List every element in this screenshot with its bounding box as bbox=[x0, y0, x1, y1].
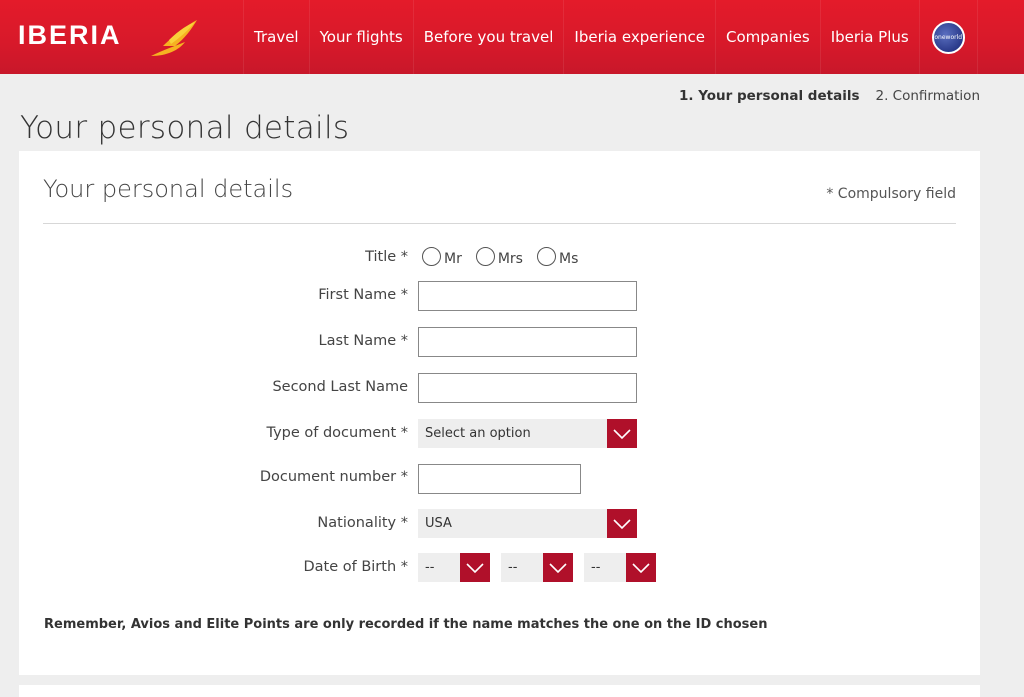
document-type-label: Type of document * bbox=[266, 425, 408, 441]
dob-day-select[interactable]: -- bbox=[418, 553, 490, 582]
logo-text: IBERIA bbox=[18, 20, 122, 50]
title-option-mrs[interactable]: Mrs bbox=[475, 245, 523, 267]
date-of-birth-selects: -- -- -- bbox=[418, 553, 656, 582]
chevron-down-icon[interactable] bbox=[543, 553, 573, 582]
chevron-down-icon[interactable] bbox=[607, 419, 637, 448]
radio-mrs[interactable] bbox=[475, 246, 495, 266]
chevron-down-icon[interactable] bbox=[607, 509, 637, 538]
iberia-wing-icon bbox=[151, 20, 197, 56]
title-option-ms[interactable]: Ms bbox=[536, 245, 579, 267]
dob-month-select[interactable]: -- bbox=[501, 553, 573, 582]
compulsory-field-note: * Compulsory field bbox=[826, 186, 956, 202]
second-last-name-label: Second Last Name bbox=[272, 379, 408, 395]
radio-mr-label: Mr bbox=[444, 251, 462, 267]
dob-year-select[interactable]: -- bbox=[584, 553, 656, 582]
title-label: Title * bbox=[365, 249, 408, 265]
main-nav: Travel Your flights Before you travel Ib… bbox=[243, 0, 978, 74]
document-number-row: Document number * bbox=[19, 464, 980, 496]
radio-mr[interactable] bbox=[422, 246, 441, 266]
last-name-input[interactable] bbox=[418, 327, 637, 357]
dob-year-value: -- bbox=[591, 560, 601, 575]
oneworld-logo-icon: oneworld bbox=[931, 20, 965, 54]
personal-details-card: Your personal details * Compulsory field… bbox=[19, 151, 980, 675]
progress-steps: 1. Your personal details 2. Confirmation bbox=[679, 88, 980, 104]
step-confirmation: 2. Confirmation bbox=[875, 88, 980, 104]
nav-travel[interactable]: Travel bbox=[243, 0, 309, 74]
nav-your-flights[interactable]: Your flights bbox=[308, 0, 413, 74]
card-title: Your personal details bbox=[43, 175, 294, 203]
nationality-row: Nationality * USA bbox=[19, 509, 980, 541]
first-name-input[interactable] bbox=[418, 281, 637, 311]
nav-oneworld[interactable]: oneworld bbox=[918, 0, 978, 74]
dob-month-value: -- bbox=[508, 560, 518, 575]
document-number-label: Document number * bbox=[259, 469, 408, 485]
nav-iberia-experience[interactable]: Iberia experience bbox=[563, 0, 715, 74]
first-name-row: First Name * bbox=[19, 281, 980, 313]
last-name-label: Last Name * bbox=[318, 333, 408, 349]
last-name-row: Last Name * bbox=[19, 327, 980, 359]
second-last-name-row: Second Last Name bbox=[19, 373, 980, 405]
document-type-select[interactable]: Select an option bbox=[418, 419, 637, 448]
first-name-label: First Name * bbox=[318, 287, 408, 303]
nav-companies[interactable]: Companies bbox=[715, 0, 820, 74]
date-of-birth-row: Date of Birth * -- -- -- bbox=[19, 553, 980, 585]
nationality-value: USA bbox=[425, 516, 452, 531]
step-personal-details: 1. Your personal details bbox=[678, 88, 860, 104]
nav-before-you-travel[interactable]: Before you travel bbox=[412, 0, 564, 74]
chevron-down-icon[interactable] bbox=[626, 553, 656, 582]
document-type-row: Type of document * Select an option bbox=[19, 419, 980, 451]
title-radio-group: Mr Mrs Ms bbox=[422, 245, 578, 267]
dob-day-value: -- bbox=[425, 560, 435, 575]
next-card bbox=[19, 685, 980, 697]
title-option-mr[interactable]: Mr bbox=[422, 245, 462, 267]
second-last-name-input[interactable] bbox=[418, 373, 637, 403]
nav-iberia-plus[interactable]: Iberia Plus bbox=[819, 0, 919, 74]
nationality-label: Nationality * bbox=[317, 515, 408, 531]
iberia-logo[interactable]: IBERIA bbox=[18, 20, 197, 56]
document-type-value: Select an option bbox=[425, 426, 531, 441]
radio-ms[interactable] bbox=[536, 246, 556, 266]
radio-mrs-label: Mrs bbox=[497, 251, 523, 267]
oneworld-label: oneworld bbox=[934, 33, 963, 41]
radio-ms-label: Ms bbox=[558, 251, 579, 267]
nationality-select[interactable]: USA bbox=[418, 509, 637, 538]
page-title: Your personal details bbox=[20, 110, 350, 146]
title-row: Title * Mr Mrs Ms bbox=[19, 245, 980, 277]
date-of-birth-label: Date of Birth * bbox=[303, 559, 408, 575]
divider bbox=[43, 223, 956, 224]
document-number-input[interactable] bbox=[418, 464, 581, 494]
chevron-down-icon[interactable] bbox=[460, 553, 490, 582]
site-header: IBERIA Travel Your flights Before you tr… bbox=[0, 0, 1024, 74]
avios-name-note: Remember, Avios and Elite Points are onl… bbox=[44, 617, 768, 632]
